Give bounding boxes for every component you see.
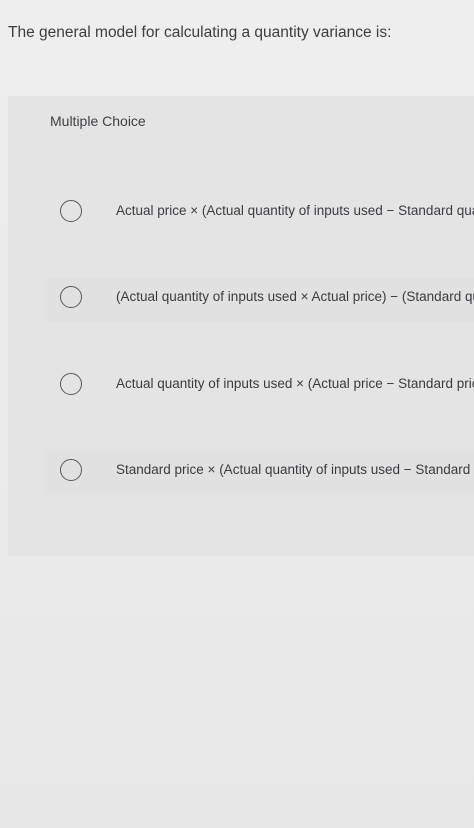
choice-option-text: Standard price × (Actual quantity of inp… bbox=[116, 462, 474, 477]
multiple-choice-label: Multiple Choice bbox=[50, 113, 146, 129]
radio-unselected-icon[interactable] bbox=[60, 200, 82, 222]
multiple-choice-panel: Multiple Choice Actual price × (Actual q… bbox=[8, 96, 474, 556]
choice-option-2[interactable]: (Actual quantity of inputs used × Actual… bbox=[46, 278, 474, 322]
choice-option-1[interactable]: Actual price × (Actual quantity of input… bbox=[46, 192, 474, 236]
radio-unselected-icon[interactable] bbox=[60, 286, 82, 308]
choice-option-4[interactable]: Standard price × (Actual quantity of inp… bbox=[46, 451, 474, 495]
radio-unselected-icon[interactable] bbox=[60, 373, 82, 395]
choice-option-text: Actual price × (Actual quantity of input… bbox=[116, 203, 474, 218]
question-prompt: The general model for calculating a quan… bbox=[8, 24, 392, 41]
quiz-page: The general model for calculating a quan… bbox=[0, 0, 474, 828]
choice-option-text: (Actual quantity of inputs used × Actual… bbox=[116, 289, 474, 304]
choice-option-3[interactable]: Actual quantity of inputs used × (Actual… bbox=[46, 365, 474, 409]
choice-option-text: Actual quantity of inputs used × (Actual… bbox=[116, 376, 474, 391]
radio-unselected-icon[interactable] bbox=[60, 459, 82, 481]
